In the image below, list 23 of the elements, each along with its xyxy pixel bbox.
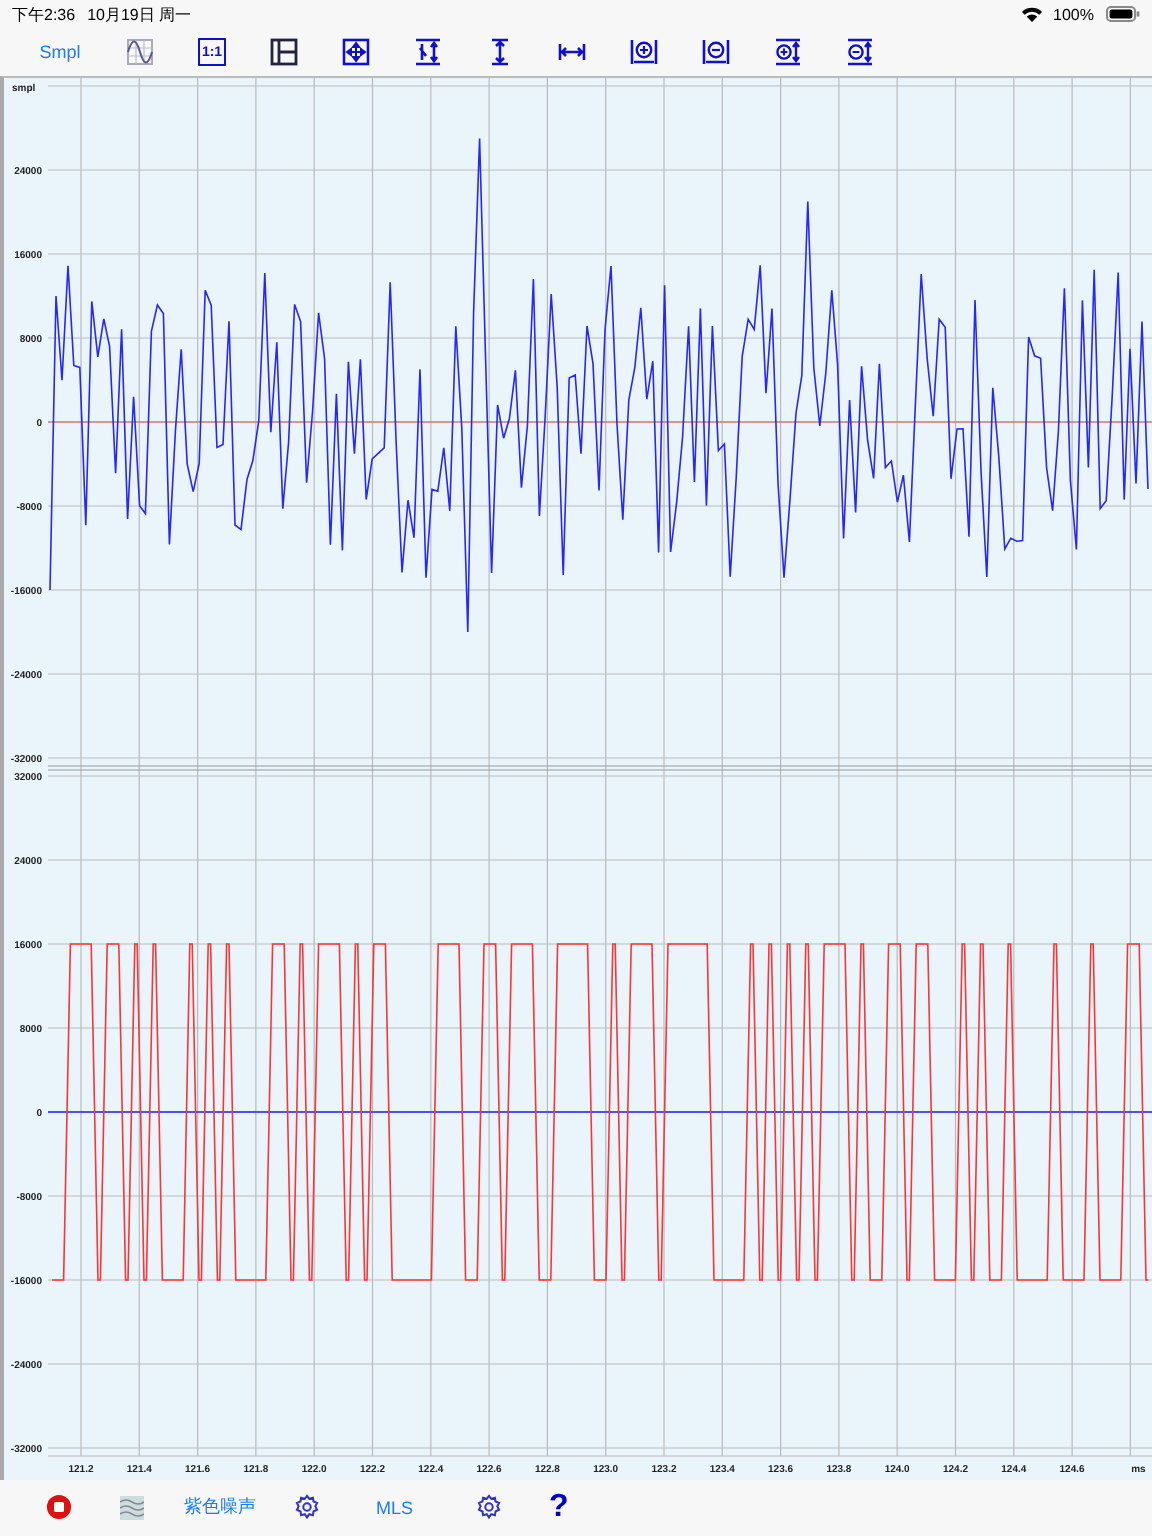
settings-icon[interactable] <box>294 1494 320 1520</box>
scale-icon[interactable] <box>414 38 442 66</box>
horizontal-fit-icon[interactable] <box>558 38 586 66</box>
status-time: 下午2:36 <box>12 3 76 25</box>
vertical-fit-icon[interactable] <box>486 38 514 66</box>
split-view-icon[interactable] <box>270 38 298 66</box>
zoom-out-icon[interactable] <box>846 38 874 66</box>
mls-button[interactable]: MLS <box>376 1497 414 1517</box>
move-icon[interactable] <box>342 38 370 66</box>
stop-button[interactable] <box>46 1494 72 1520</box>
zoom-out-icon[interactable] <box>702 38 730 66</box>
settings-icon[interactable] <box>475 1494 502 1520</box>
smpl-button[interactable]: Smpl <box>38 42 82 62</box>
zoom-in-icon[interactable] <box>774 38 802 66</box>
battery-percent: 100% <box>1053 5 1094 23</box>
status-date: 10月19日 周一 <box>87 3 192 25</box>
help-button[interactable]: ? <box>549 1489 569 1525</box>
zoom-in-icon[interactable] <box>630 38 658 66</box>
wifi-icon <box>1021 6 1042 22</box>
noise-button[interactable]: 紫色噪声 <box>184 1494 256 1520</box>
noise-icon[interactable] <box>120 1495 144 1519</box>
battery-icon <box>1106 6 1140 22</box>
waveform-grid-icon[interactable] <box>126 38 154 66</box>
